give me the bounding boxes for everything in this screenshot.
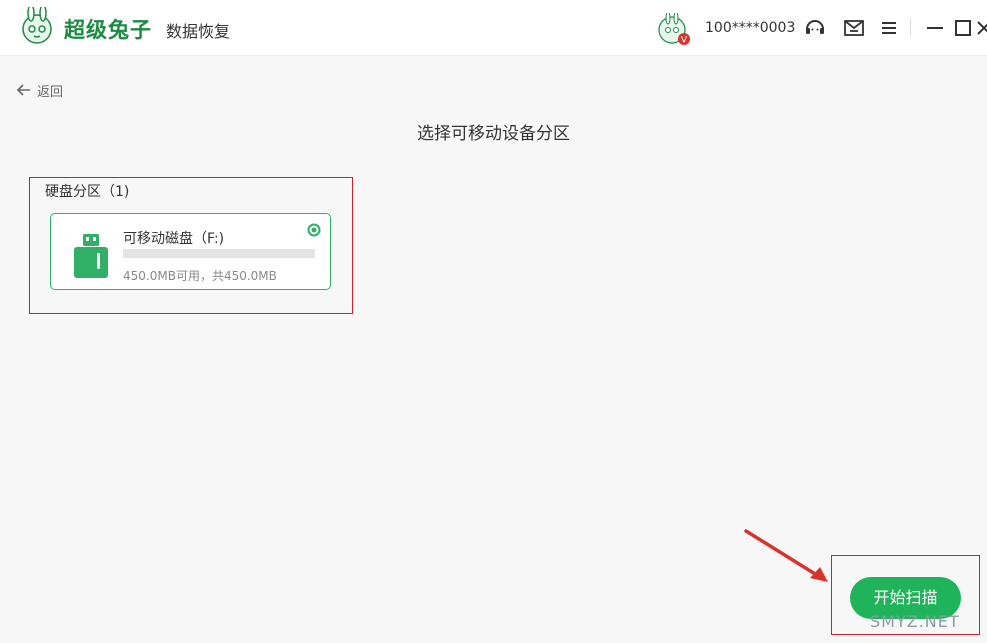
drive-name: 可移动磁盘（F:) bbox=[123, 231, 225, 247]
drive-usage-bar bbox=[123, 249, 315, 258]
drive-capacity: 450.0MB可用，共450.0MB bbox=[123, 269, 277, 283]
close-icon[interactable] bbox=[975, 16, 987, 40]
radio-selected-icon[interactable] bbox=[307, 223, 321, 237]
back-label: 返回 bbox=[37, 84, 64, 100]
back-arrow-icon bbox=[16, 84, 30, 96]
maximize-icon[interactable] bbox=[951, 16, 975, 40]
divider bbox=[910, 18, 911, 36]
annotation-arrow bbox=[744, 529, 828, 582]
username[interactable]: 100****0003 bbox=[705, 20, 795, 36]
back-button[interactable]: 返回 bbox=[16, 80, 63, 100]
support-icon[interactable] bbox=[803, 16, 827, 40]
vip-badge: V bbox=[681, 36, 688, 46]
drive-card[interactable]: 可移动磁盘（F:) 450.0MB可用，共450.0MB bbox=[50, 213, 331, 290]
title-bar: 超级兔子 数据恢复 V 100****0003 bbox=[0, 0, 987, 56]
menu-icon[interactable] bbox=[877, 16, 901, 40]
watermark-text: SMYZ.NET bbox=[870, 612, 960, 631]
avatar[interactable]: V bbox=[657, 13, 691, 47]
page-title: 选择可移动设备分区 bbox=[417, 124, 570, 144]
brand-name: 超级兔子 bbox=[64, 17, 152, 42]
message-icon[interactable] bbox=[842, 16, 866, 40]
section-label: 硬盘分区（1) bbox=[45, 184, 130, 200]
product-name: 数据恢复 bbox=[166, 22, 231, 41]
rabbit-logo bbox=[22, 7, 52, 44]
usb-drive-icon bbox=[74, 234, 108, 278]
minimize-icon[interactable] bbox=[923, 16, 947, 40]
